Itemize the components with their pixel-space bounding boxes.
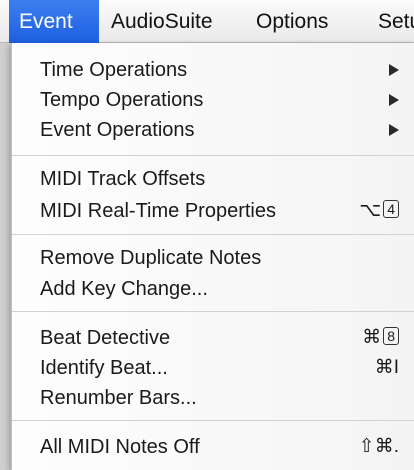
menu-separator (12, 311, 414, 312)
command-key-icon: ⌘ (362, 327, 382, 348)
shortcut-command-i: ⌘I (375, 353, 399, 383)
menu-item-label: Renumber Bars... (40, 387, 197, 409)
command-key-icon: ⌘ (374, 357, 394, 378)
menu-item-tempo-operations[interactable]: Tempo Operations (12, 85, 414, 115)
shortcut-command-8: ⌘ 8 (362, 323, 399, 353)
menu-item-label: All MIDI Notes Off (40, 436, 200, 458)
menubar-item-options[interactable]: Options (246, 0, 374, 43)
numpad-key: 8 (383, 327, 399, 345)
menu-item-identify-beat[interactable]: Identify Beat... ⌘I (12, 353, 414, 383)
menu-item-label: Beat Detective (40, 327, 171, 349)
menu-item-beat-detective[interactable]: Beat Detective ⌘ 8 (12, 323, 414, 353)
menu-item-event-operations[interactable]: Event Operations (12, 115, 414, 145)
menu-separator (12, 234, 414, 235)
menu-item-midi-real-time-properties[interactable]: MIDI Real-Time Properties ⌥ 4 (12, 196, 414, 226)
menu-separator (12, 155, 414, 156)
menu-item-remove-duplicate-notes[interactable]: Remove Duplicate Notes (12, 243, 414, 273)
event-menu-dropdown: Time Operations Tempo Operations Event O… (11, 43, 414, 470)
menubar-item-audiosuite[interactable]: AudioSuite (101, 0, 251, 43)
numpad-key: 4 (383, 200, 399, 218)
shortcut-shift-command-period: ⇧⌘. (359, 432, 399, 462)
menu-item-label: Remove Duplicate Notes (40, 247, 262, 269)
shortcut-option-4: ⌥ 4 (359, 196, 399, 226)
menu-item-label: MIDI Track Offsets (40, 168, 206, 190)
shortcut-key: I (393, 357, 399, 378)
submenu-arrow-icon (389, 124, 399, 136)
menubar-item-event[interactable]: Event (9, 0, 99, 43)
shift-command-key-icon: ⇧⌘. (358, 436, 399, 457)
menu-item-add-key-change[interactable]: Add Key Change... (12, 274, 414, 304)
menu-item-label: Time Operations (40, 59, 188, 81)
menu-item-label: Identify Beat... (40, 357, 168, 379)
menu-bar: Event AudioSuite Options Setu (0, 0, 414, 43)
menubar-item-setup[interactable]: Setu (368, 0, 414, 43)
menu-item-label: Event Operations (40, 119, 195, 141)
submenu-arrow-icon (389, 94, 399, 106)
menu-item-midi-track-offsets[interactable]: MIDI Track Offsets (12, 164, 414, 194)
menu-item-label: Tempo Operations (40, 89, 204, 111)
option-key-icon: ⌥ (359, 200, 382, 221)
submenu-arrow-icon (389, 64, 399, 76)
menu-item-time-operations[interactable]: Time Operations (12, 55, 414, 85)
menu-item-label: Add Key Change... (40, 278, 208, 300)
menu-item-label: MIDI Real-Time Properties (40, 200, 276, 222)
app-frame: Event AudioSuite Options Setu Time Opera… (0, 0, 414, 470)
menu-item-renumber-bars[interactable]: Renumber Bars... (12, 383, 414, 413)
menu-item-all-midi-notes-off[interactable]: All MIDI Notes Off ⇧⌘. (12, 432, 414, 462)
menu-separator (12, 420, 414, 421)
